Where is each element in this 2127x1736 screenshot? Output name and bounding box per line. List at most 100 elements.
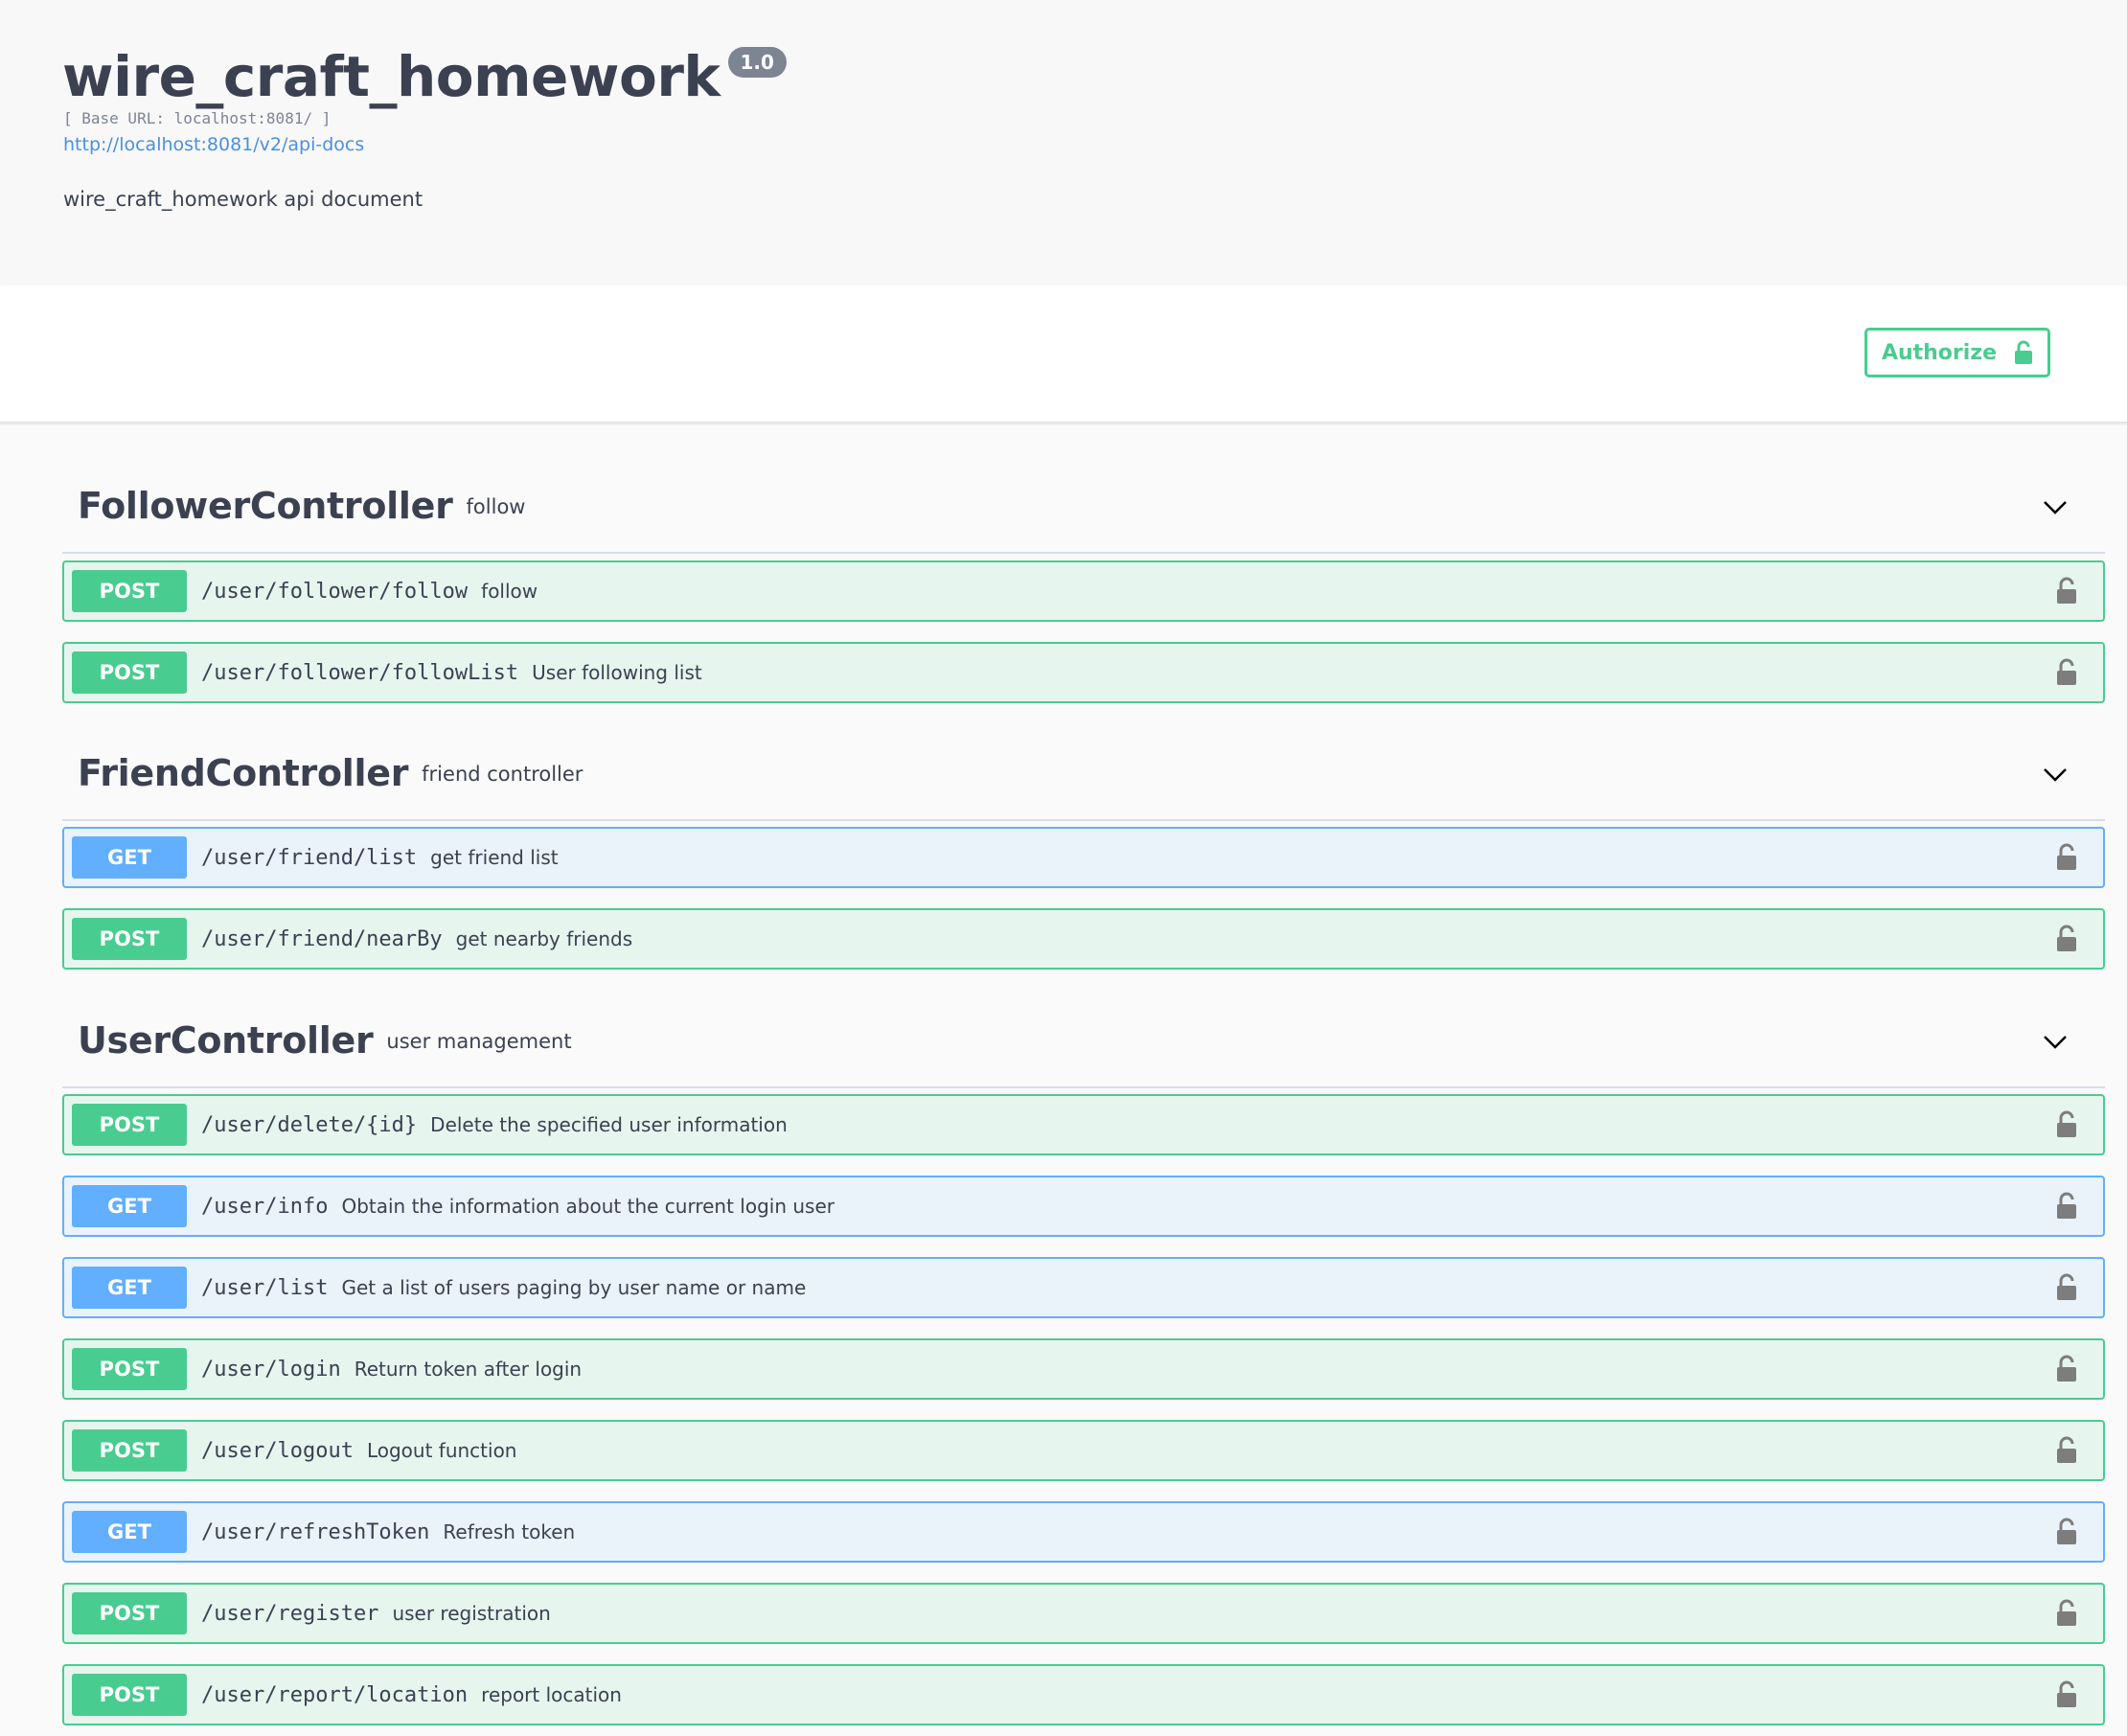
- tag-name: FriendController: [78, 752, 409, 794]
- method-badge: POST: [72, 570, 187, 612]
- operation-path: /user/delete/{id}: [201, 1113, 418, 1137]
- path-wrap: /user/register user registration: [201, 1585, 551, 1643]
- unlocked-padlock-icon[interactable]: [2055, 925, 2078, 953]
- tag-section-follower-controller: FollowerController follow POST /user/foll…: [62, 457, 2105, 703]
- unlocked-padlock-icon[interactable]: [2055, 1599, 2078, 1628]
- operation-summary: Logout function: [366, 1439, 517, 1462]
- api-title: wire_craft_homework: [62, 44, 720, 109]
- operation-row[interactable]: POST /user/friend/nearBy get nearby frien…: [62, 908, 2105, 970]
- chevron-down-icon[interactable]: [2042, 1028, 2069, 1055]
- operations-list: GET /user/friend/list get friend list POS…: [62, 821, 2105, 970]
- authorize-label: Authorize: [1881, 340, 1998, 365]
- tag-header-friend-controller[interactable]: FriendController friend controller: [62, 724, 2105, 821]
- tag-title: FollowerController follow: [78, 484, 525, 529]
- operation-path: /user/friend/nearBy: [201, 927, 443, 951]
- operation-summary: follow: [481, 580, 538, 603]
- tag-title: UserController user management: [78, 1018, 572, 1063]
- operation-row[interactable]: POST /user/register user registration: [62, 1583, 2105, 1644]
- path-wrap: /user/delete/{id} Delete the specified us…: [201, 1096, 788, 1154]
- unlocked-padlock-icon[interactable]: [2055, 1355, 2078, 1383]
- operation-path: /user/login: [201, 1358, 341, 1382]
- operation-summary: get nearby friends: [455, 927, 633, 950]
- operation-path: /user/follower/followList: [201, 661, 519, 685]
- operations-list: POST /user/delete/{id} Delete the specifi…: [62, 1088, 2105, 1725]
- tag-section-friend-controller: FriendController friend controller GET /u…: [62, 724, 2105, 970]
- operation-row[interactable]: POST /user/follower/follow follow: [62, 560, 2105, 622]
- path-wrap: /user/logout Logout function: [201, 1422, 517, 1480]
- operation-path: /user/report/location: [201, 1683, 469, 1707]
- operation-summary: User following list: [532, 661, 702, 684]
- operation-row[interactable]: POST /user/report/location report locatio…: [62, 1664, 2105, 1725]
- operation-summary: Obtain the information about the current…: [341, 1195, 835, 1218]
- api-description: wire_craft_homework api document: [63, 188, 423, 211]
- operation-path: /user/info: [201, 1195, 329, 1219]
- tag-description: friend controller: [422, 763, 583, 786]
- method-badge: POST: [72, 918, 187, 960]
- operation-path: /user/logout: [201, 1439, 354, 1463]
- unlocked-padlock-icon[interactable]: [2055, 1192, 2078, 1221]
- operation-row[interactable]: POST /user/follower/followList User follo…: [62, 642, 2105, 703]
- operation-row[interactable]: GET /user/list Get a list of users paging…: [62, 1257, 2105, 1318]
- operation-row[interactable]: POST /user/login Return token after login: [62, 1338, 2105, 1400]
- method-badge: GET: [72, 1511, 187, 1553]
- path-wrap: /user/follower/followList User following …: [201, 644, 702, 702]
- method-badge: POST: [72, 1674, 187, 1716]
- chevron-down-icon[interactable]: [2042, 761, 2069, 788]
- path-wrap: /user/report/location report location: [201, 1666, 622, 1725]
- tag-name: UserController: [78, 1019, 374, 1062]
- tag-title: FriendController friend controller: [78, 751, 583, 796]
- path-wrap: /user/list Get a list of users paging by …: [201, 1259, 806, 1317]
- path-wrap: /user/login Return token after login: [201, 1340, 582, 1399]
- operation-summary: Delete the specified user information: [430, 1113, 788, 1136]
- operation-row[interactable]: GET /user/friend/list get friend list: [62, 827, 2105, 888]
- operation-summary: Get a list of users paging by user name …: [341, 1276, 807, 1299]
- unlocked-padlock-icon[interactable]: [2055, 843, 2078, 872]
- path-wrap: /user/friend/list get friend list: [201, 829, 559, 887]
- operation-path: /user/list: [201, 1276, 329, 1300]
- info-section: wire_craft_homework 1.0 [ Base URL: loca…: [0, 0, 2127, 286]
- method-badge: GET: [72, 1185, 187, 1227]
- tag-header-follower-controller[interactable]: FollowerController follow: [62, 457, 2105, 554]
- unlocked-padlock-icon[interactable]: [2055, 577, 2078, 605]
- chevron-down-icon[interactable]: [2042, 493, 2069, 520]
- method-badge: GET: [72, 836, 187, 879]
- unlocked-padlock-icon[interactable]: [2055, 658, 2078, 687]
- operation-summary: report location: [481, 1683, 622, 1706]
- unlocked-padlock-icon[interactable]: [2055, 1518, 2078, 1546]
- tag-description: follow: [466, 495, 526, 518]
- base-url: [ Base URL: localhost:8081/ ]: [63, 109, 332, 127]
- authorize-button[interactable]: Authorize: [1864, 328, 2050, 377]
- operation-path: /user/register: [201, 1602, 379, 1626]
- method-badge: POST: [72, 1348, 187, 1390]
- operation-summary: get friend list: [430, 846, 559, 869]
- unlocked-padlock-icon[interactable]: [2055, 1436, 2078, 1465]
- operation-summary: Return token after login: [354, 1358, 583, 1381]
- scheme-container: Authorize: [0, 286, 2127, 423]
- method-badge: GET: [72, 1267, 187, 1309]
- operation-row[interactable]: GET /user/refreshToken Refresh token: [62, 1501, 2105, 1563]
- tag-section-user-controller: UserController user management POST /user…: [62, 992, 2105, 1725]
- operation-summary: Refresh token: [443, 1520, 576, 1543]
- path-wrap: /user/info Obtain the information about t…: [201, 1177, 835, 1236]
- unlocked-padlock-icon[interactable]: [2055, 1273, 2078, 1302]
- method-badge: POST: [72, 1592, 187, 1634]
- title-row: wire_craft_homework 1.0: [62, 40, 787, 113]
- version-badge: 1.0: [727, 47, 787, 78]
- api-docs-link[interactable]: http://localhost:8081/v2/api-docs: [63, 134, 364, 155]
- operation-row[interactable]: POST /user/logout Logout function: [62, 1420, 2105, 1481]
- unlocked-padlock-icon[interactable]: [2055, 1680, 2078, 1709]
- tag-header-user-controller[interactable]: UserController user management: [62, 992, 2105, 1088]
- method-badge: POST: [72, 1429, 187, 1472]
- unlocked-padlock-icon[interactable]: [2055, 1110, 2078, 1139]
- path-wrap: /user/friend/nearBy get nearby friends: [201, 910, 632, 969]
- method-badge: POST: [72, 651, 187, 694]
- operation-row[interactable]: POST /user/delete/{id} Delete the specifi…: [62, 1094, 2105, 1155]
- operations-list: POST /user/follower/follow follow POST /u…: [62, 554, 2105, 703]
- operation-path: /user/follower/follow: [201, 580, 469, 604]
- method-badge: POST: [72, 1104, 187, 1146]
- operation-path: /user/refreshToken: [201, 1520, 430, 1544]
- unlocked-padlock-icon: [2015, 340, 2033, 364]
- tag-description: user management: [386, 1030, 572, 1053]
- tag-name: FollowerController: [78, 485, 453, 527]
- operation-row[interactable]: GET /user/info Obtain the information abo…: [62, 1176, 2105, 1237]
